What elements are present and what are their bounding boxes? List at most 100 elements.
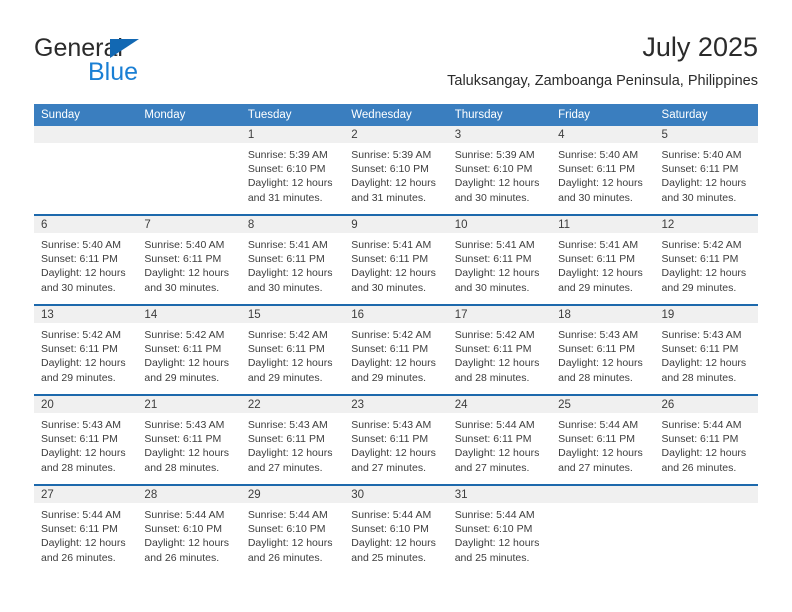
day-cell-5[interactable]: 5 Sunrise: 5:40 AM Sunset: 6:11 PM Daylight… — [654, 126, 758, 214]
day-cell-4[interactable]: 4 Sunrise: 5:40 AM Sunset: 6:11 PM Daylight… — [551, 126, 655, 214]
day-cell-14[interactable]: 14 Sunrise: 5:42 AM Sunset: 6:11 PM Dayligh… — [137, 306, 241, 394]
sunset-text: Sunset: 6:11 PM — [661, 253, 739, 266]
day-cell-27[interactable]: 27 Sunrise: 5:44 AM Sunset: 6:11 PM Dayligh… — [34, 486, 138, 574]
day-cell-17[interactable]: 17 Sunrise: 5:42 AM Sunset: 6:11 PM Dayligh… — [447, 306, 552, 394]
page-subtitle: Taluksangay, Zamboanga Peninsula, Philip… — [447, 73, 758, 89]
day-sun-info: Sunrise: 5:42 AM Sunset: 6:11 PM Daylight:… — [448, 323, 551, 385]
day-cell-29[interactable]: 29 Sunrise: 5:44 AM Sunset: 6:10 PM Dayligh… — [240, 486, 345, 574]
sunrise-text: Sunrise: 5:41 AM — [454, 239, 535, 251]
sunset-text: Sunset: 6:11 PM — [247, 253, 325, 266]
day-cell-11[interactable]: 11 Sunrise: 5:41 AM Sunset: 6:11 PM Dayligh… — [551, 216, 655, 304]
sunrise-text: Sunrise: 5:40 AM — [144, 239, 225, 251]
day-cell-8[interactable]: 8 Sunrise: 5:41 AM Sunset: 6:11 PM Daylight… — [240, 216, 345, 304]
day-cell-10[interactable]: 10 Sunrise: 5:41 AM Sunset: 6:11 PM Dayligh… — [447, 216, 552, 304]
sunrise-text: Sunrise: 5:39 AM — [454, 149, 535, 161]
day-sun-info: Sunrise: 5:43 AM Sunset: 6:11 PM Daylight:… — [551, 323, 654, 385]
day-number: 12 — [654, 216, 758, 233]
day-cell-13[interactable]: 13 Sunrise: 5:42 AM Sunset: 6:11 PM Dayligh… — [34, 306, 138, 394]
daylight-text: Daylight: 12 hours and 27 minutes. — [351, 447, 436, 474]
sunset-text: Sunset: 6:10 PM — [454, 163, 533, 176]
day-cell-19[interactable]: 19 Sunrise: 5:43 AM Sunset: 6:11 PM Dayligh… — [654, 306, 758, 394]
calendar-day-cell: 18 Sunrise: 5:43 AM Sunset: 6:11 PM Dayligh… — [551, 304, 655, 395]
daylight-text: Daylight: 12 hours and 30 minutes. — [247, 267, 333, 294]
day-cell-26[interactable]: 26 Sunrise: 5:44 AM Sunset: 6:11 PM Dayligh… — [654, 396, 758, 484]
day-number: 18 — [551, 306, 655, 323]
day-cell-30[interactable]: 30 Sunrise: 5:44 AM Sunset: 6:10 PM Dayligh… — [344, 486, 448, 574]
day-sun-info: Sunrise: 5:41 AM Sunset: 6:11 PM Daylight:… — [344, 233, 447, 295]
day-cell-24[interactable]: 24 Sunrise: 5:44 AM Sunset: 6:11 PM Dayligh… — [447, 396, 552, 484]
daylight-text: Daylight: 12 hours and 26 minutes. — [144, 537, 230, 564]
title-block: July 2025 Taluksangay, Zamboanga Peninsu… — [447, 30, 758, 91]
day-cell-20[interactable]: 20 Sunrise: 5:43 AM Sunset: 6:11 PM Dayligh… — [34, 396, 138, 484]
day-cell-25[interactable]: 25 Sunrise: 5:44 AM Sunset: 6:11 PM Dayligh… — [551, 396, 655, 484]
calendar-week-row: 1 Sunrise: 5:39 AM Sunset: 6:10 PM Daylight… — [34, 126, 758, 215]
day-cell-21[interactable]: 21 Sunrise: 5:43 AM Sunset: 6:11 PM Dayligh… — [137, 396, 241, 484]
calendar-day-cell: 11 Sunrise: 5:41 AM Sunset: 6:11 PM Dayligh… — [551, 214, 655, 305]
daylight-text: Daylight: 12 hours and 26 minutes. — [41, 537, 126, 564]
daylight-text: Daylight: 12 hours and 30 minutes. — [454, 177, 540, 204]
day-number: 13 — [34, 306, 138, 323]
daylight-text: Daylight: 12 hours and 27 minutes. — [558, 447, 643, 474]
sunset-text: Sunset: 6:11 PM — [454, 433, 532, 446]
day-number: 31 — [447, 486, 552, 503]
day-cell-15[interactable]: 15 Sunrise: 5:42 AM Sunset: 6:11 PM Dayligh… — [240, 306, 345, 394]
day-number: 5 — [654, 126, 758, 143]
weekday-header-tuesday: Tuesday — [240, 104, 345, 126]
sunset-text: Sunset: 6:11 PM — [558, 433, 635, 446]
day-cell-1[interactable]: 1 Sunrise: 5:39 AM Sunset: 6:10 PM Daylight… — [240, 126, 345, 214]
weekday-header-wednesday: Wednesday — [344, 104, 448, 126]
sunrise-text: Sunrise: 5:44 AM — [661, 419, 742, 431]
calendar-day-cell: 20 Sunrise: 5:43 AM Sunset: 6:11 PM Dayligh… — [34, 394, 138, 485]
day-sun-info: Sunrise: 5:44 AM Sunset: 6:11 PM Daylight:… — [448, 413, 551, 475]
sunrise-sunset-calendar: Sunday Monday Tuesday Wednesday Thursday Frid… — [34, 104, 758, 574]
sunrise-text: Sunrise: 5:44 AM — [454, 419, 535, 431]
day-cell-18[interactable]: 18 Sunrise: 5:43 AM Sunset: 6:11 PM Dayligh… — [551, 306, 655, 394]
day-cell-6[interactable]: 6 Sunrise: 5:40 AM Sunset: 6:11 PM Daylight… — [34, 216, 138, 304]
sunrise-text: Sunrise: 5:44 AM — [351, 509, 432, 521]
generalblue-logo[interactable]: General Blue — [34, 34, 254, 90]
calendar-week-row: 20 Sunrise: 5:43 AM Sunset: 6:11 PM Dayligh… — [34, 394, 758, 485]
page-title: July 2025 — [642, 32, 758, 62]
day-number: 14 — [137, 306, 241, 323]
day-cell-22[interactable]: 22 Sunrise: 5:43 AM Sunset: 6:11 PM Dayligh… — [240, 396, 345, 484]
sunset-text: Sunset: 6:11 PM — [144, 343, 222, 356]
calendar-day-cell: 22 Sunrise: 5:43 AM Sunset: 6:11 PM Dayligh… — [240, 394, 345, 485]
day-cell-28[interactable]: 28 Sunrise: 5:44 AM Sunset: 6:10 PM Dayligh… — [137, 486, 241, 574]
day-cell-3[interactable]: 3 Sunrise: 5:39 AM Sunset: 6:10 PM Daylight… — [447, 126, 552, 214]
calendar-week-row: 6 Sunrise: 5:40 AM Sunset: 6:11 PM Daylight… — [34, 214, 758, 305]
sunrise-text: Sunrise: 5:44 AM — [558, 419, 639, 431]
calendar-day-cell: 31 Sunrise: 5:44 AM Sunset: 6:10 PM Dayligh… — [447, 484, 552, 574]
daylight-text: Daylight: 12 hours and 30 minutes. — [558, 177, 643, 204]
weekday-header-saturday: Saturday — [654, 104, 758, 126]
day-number: 23 — [344, 396, 448, 413]
day-cell-7[interactable]: 7 Sunrise: 5:40 AM Sunset: 6:11 PM Daylight… — [137, 216, 241, 304]
daylight-text: Daylight: 12 hours and 25 minutes. — [351, 537, 436, 564]
daylight-text: Daylight: 12 hours and 29 minutes. — [144, 357, 230, 384]
day-sun-info: Sunrise: 5:42 AM Sunset: 6:11 PM Daylight:… — [344, 323, 447, 385]
day-cell-23[interactable]: 23 Sunrise: 5:43 AM Sunset: 6:11 PM Dayligh… — [344, 396, 448, 484]
empty-day-cell — [654, 486, 758, 574]
day-cell-9[interactable]: 9 Sunrise: 5:41 AM Sunset: 6:11 PM Daylight… — [344, 216, 448, 304]
calendar-day-cell — [654, 484, 758, 574]
day-cell-2[interactable]: 2 Sunrise: 5:39 AM Sunset: 6:10 PM Daylight… — [344, 126, 448, 214]
day-cell-12[interactable]: 12 Sunrise: 5:42 AM Sunset: 6:11 PM Dayligh… — [654, 216, 758, 304]
day-number: 8 — [240, 216, 345, 233]
sunset-text: Sunset: 6:10 PM — [144, 523, 223, 536]
sunset-text: Sunset: 6:11 PM — [41, 253, 118, 266]
day-sun-info: Sunrise: 5:41 AM Sunset: 6:11 PM Daylight:… — [448, 233, 551, 295]
sunset-text: Sunset: 6:11 PM — [454, 253, 532, 266]
calendar-day-cell: 16 Sunrise: 5:42 AM Sunset: 6:11 PM Dayligh… — [344, 304, 448, 395]
day-cell-31[interactable]: 31 Sunrise: 5:44 AM Sunset: 6:10 PM Dayligh… — [447, 486, 552, 574]
calendar-day-cell: 6 Sunrise: 5:40 AM Sunset: 6:11 PM Daylight… — [34, 214, 138, 305]
sunrise-text: Sunrise: 5:39 AM — [247, 149, 328, 161]
sunset-text: Sunset: 6:11 PM — [144, 433, 222, 446]
sunset-text: Sunset: 6:11 PM — [41, 523, 118, 536]
daylight-text: Daylight: 12 hours and 29 minutes. — [351, 357, 436, 384]
day-number: 21 — [137, 396, 241, 413]
page-header: General Blue July 2025 Taluksangay, Zamb… — [34, 30, 758, 96]
day-number: 28 — [137, 486, 241, 503]
day-sun-info: Sunrise: 5:43 AM Sunset: 6:11 PM Daylight:… — [34, 413, 137, 475]
calendar-day-cell: 30 Sunrise: 5:44 AM Sunset: 6:10 PM Dayligh… — [344, 484, 448, 574]
daylight-text: Daylight: 12 hours and 28 minutes. — [558, 357, 643, 384]
day-cell-16[interactable]: 16 Sunrise: 5:42 AM Sunset: 6:11 PM Dayligh… — [344, 306, 448, 394]
